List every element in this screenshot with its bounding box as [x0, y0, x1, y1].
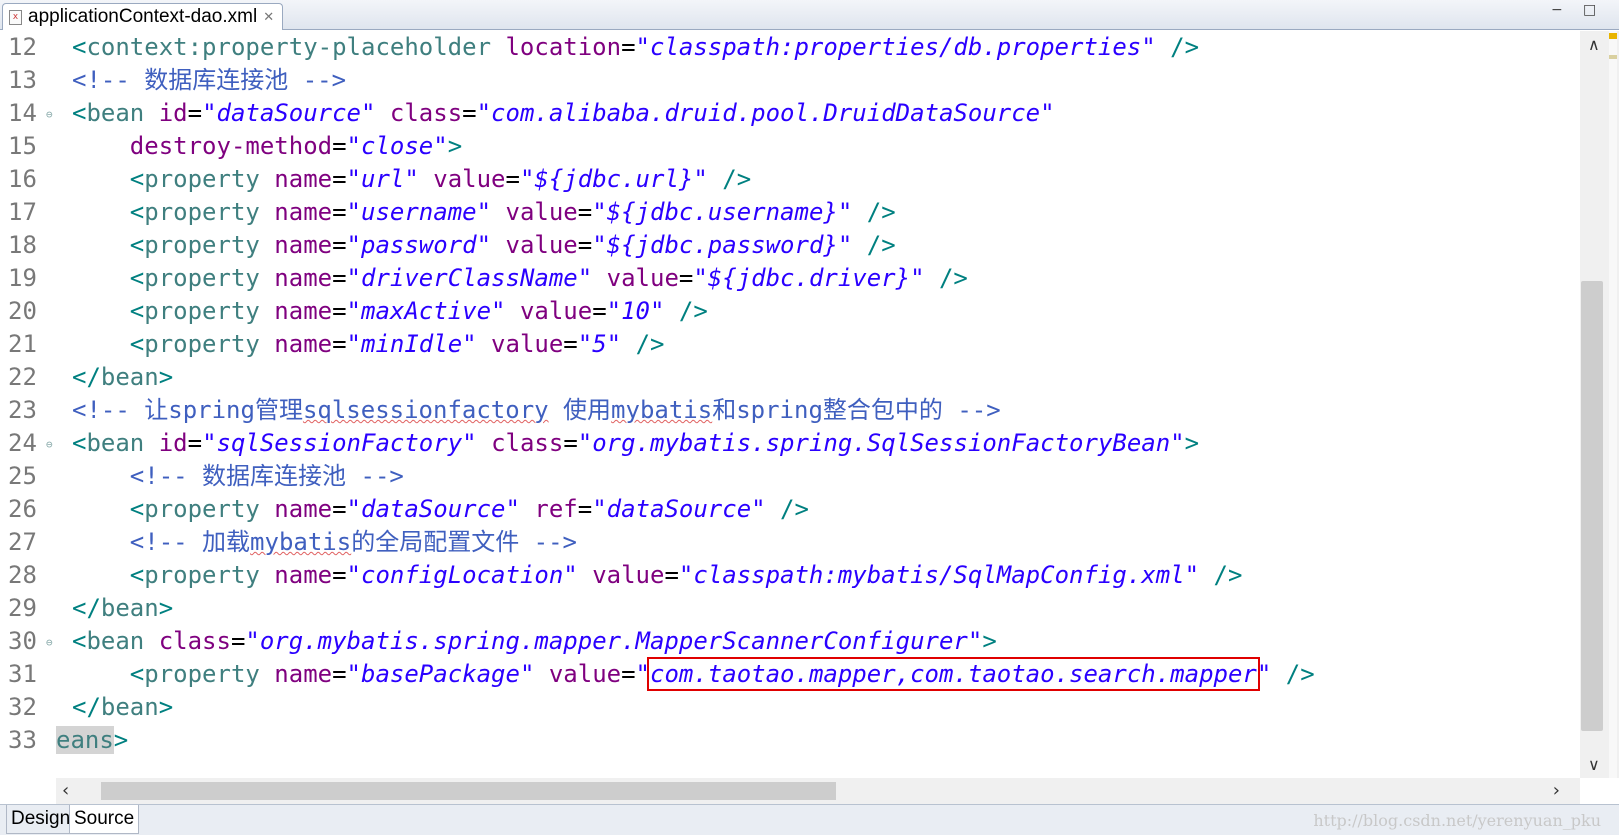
code-line[interactable]: 22 </bean>: [0, 361, 1580, 394]
line-number: 23: [8, 396, 37, 424]
horizontal-scroll-thumb[interactable]: [101, 782, 836, 800]
code-text[interactable]: <property name="driverClassName" value="…: [72, 262, 968, 295]
code-text[interactable]: <!-- 数据库连接池 -->: [72, 64, 346, 97]
code-text[interactable]: <!-- 让spring管理sqlsessionfactory 使用mybati…: [72, 394, 1001, 427]
code-line[interactable]: 26 <property name="dataSource" ref="data…: [0, 493, 1580, 526]
scroll-right-icon[interactable]: ›: [1553, 780, 1560, 801]
line-number: 25: [8, 462, 37, 490]
tab-source[interactable]: Source: [69, 805, 140, 834]
code-text[interactable]: </bean>: [72, 691, 173, 724]
line-number: 31: [8, 660, 37, 688]
fold-toggle-icon[interactable]: ⊖: [46, 626, 53, 659]
line-number: 19: [8, 264, 37, 292]
tab-applicationcontext-dao[interactable]: x applicationContext-dao.xml ✕: [2, 3, 284, 30]
scroll-down-icon[interactable]: ∨: [1588, 755, 1600, 774]
editor-mode-tabs: Design Source http://blog.csdn.net/yeren…: [0, 804, 1619, 835]
code-line[interactable]: 12 <context:property-placeholder location…: [0, 31, 1580, 64]
tab-label: applicationContext-dao.xml: [28, 6, 258, 27]
code-line[interactable]: 28 <property name="configLocation" value…: [0, 559, 1580, 592]
code-text[interactable]: <property name="minIdle" value="5" />: [72, 328, 665, 361]
code-text[interactable]: <!-- 加载mybatis的全局配置文件 -->: [72, 526, 577, 559]
line-number: 21: [8, 330, 37, 358]
line-number: 30: [8, 627, 37, 655]
code-line[interactable]: 30 ⊖ <bean class="org.mybatis.spring.mappe…: [0, 625, 1580, 658]
code-text[interactable]: destroy-method="close">: [72, 130, 462, 163]
code-text[interactable]: <bean id="dataSource" class="com.alibaba…: [72, 97, 1055, 130]
code-line[interactable]: 29 </bean>: [0, 592, 1580, 625]
line-number: 12: [8, 33, 37, 61]
line-number: 17: [8, 198, 37, 226]
code-line[interactable]: 18 <property name="password" value="${jd…: [0, 229, 1580, 262]
vertical-scroll-thumb[interactable]: [1581, 281, 1603, 731]
scroll-left-icon[interactable]: ‹: [62, 780, 69, 801]
code-text[interactable]: <context:property-placeholder location="…: [72, 31, 1199, 64]
code-line[interactable]: 16 <property name="url" value="${jdbc.ur…: [0, 163, 1580, 196]
code-text[interactable]: <property name="basePackage" value="com.…: [72, 657, 1315, 691]
code-line[interactable]: 14 ⊖ <bean id="dataSource" class="com.alib…: [0, 97, 1580, 130]
code-text[interactable]: <bean class="org.mybatis.spring.mapper.M…: [72, 625, 997, 658]
line-number: 24: [8, 429, 37, 457]
code-text[interactable]: <property name="password" value="${jdbc.…: [72, 229, 896, 262]
code-line[interactable]: 15 destroy-method="close">: [0, 130, 1580, 163]
code-text[interactable]: <property name="maxActive" value="10" />: [72, 295, 708, 328]
minimize-icon[interactable]: −: [1551, 2, 1563, 18]
fold-toggle-icon[interactable]: ⊖: [46, 98, 53, 131]
xml-file-icon: x: [9, 9, 22, 25]
code-line[interactable]: 17 <property name="username" value="${jd…: [0, 196, 1580, 229]
line-number: 13: [8, 66, 37, 94]
code-text[interactable]: </bean>: [72, 592, 173, 625]
code-line[interactable]: 32 </bean>: [0, 691, 1580, 724]
code-line[interactable]: 24 ⊖ <bean id="sqlSessionFactory" class="o…: [0, 427, 1580, 460]
line-number: 14: [8, 99, 37, 127]
code-line[interactable]: 31 <property name="basePackage" value="c…: [0, 657, 1580, 691]
code-text[interactable]: <property name="dataSource" ref="dataSou…: [72, 493, 809, 526]
source-editor[interactable]: 12 <context:property-placeholder location…: [0, 31, 1580, 778]
scroll-up-icon[interactable]: ∧: [1588, 35, 1600, 54]
annotation-marker[interactable]: [1609, 55, 1617, 59]
code-line[interactable]: 13 <!-- 数据库连接池 -->: [0, 64, 1580, 97]
warning-marker[interactable]: [1609, 33, 1617, 39]
line-number: 29: [8, 594, 37, 622]
line-number: 15: [8, 132, 37, 160]
watermark: http://blog.csdn.net/yerenyuan_pku: [1313, 811, 1601, 830]
close-icon[interactable]: ✕: [263, 10, 274, 25]
maximize-icon[interactable]: □: [1583, 2, 1596, 18]
tab-design[interactable]: Design: [6, 805, 76, 834]
line-number: 18: [8, 231, 37, 259]
code-text[interactable]: </bean>: [72, 361, 173, 394]
line-number: 20: [8, 297, 37, 325]
code-text[interactable]: <property name="username" value="${jdbc.…: [72, 196, 896, 229]
code-text[interactable]: <property name="url" value="${jdbc.url}"…: [72, 163, 751, 196]
fold-toggle-icon[interactable]: ⊖: [46, 428, 53, 461]
code-text[interactable]: eans>: [56, 724, 128, 757]
editor-tab-bar: x applicationContext-dao.xml ✕ − □: [0, 0, 1619, 30]
line-number: 32: [8, 693, 37, 721]
code-line[interactable]: 25 <!-- 数据库连接池 -->: [0, 460, 1580, 493]
line-number: 33: [8, 726, 37, 754]
code-line[interactable]: 20 <property name="maxActive" value="10"…: [0, 295, 1580, 328]
code-text[interactable]: <!-- 数据库连接池 -->: [72, 460, 404, 493]
vertical-scrollbar[interactable]: ∧ ∨: [1580, 31, 1619, 778]
line-number: 26: [8, 495, 37, 523]
code-text[interactable]: <bean id="sqlSessionFactory" class="org.…: [72, 427, 1199, 460]
code-line[interactable]: 33 eans>: [0, 724, 1580, 757]
code-text[interactable]: <property name="configLocation" value="c…: [72, 559, 1243, 592]
line-number: 27: [8, 528, 37, 556]
code-line[interactable]: 23 <!-- 让spring管理sqlsessionfactory 使用myba…: [0, 394, 1580, 427]
horizontal-scrollbar[interactable]: ‹ ›: [56, 778, 1580, 804]
code-line[interactable]: 21 <property name="minIdle" value="5" />: [0, 328, 1580, 361]
line-number: 16: [8, 165, 37, 193]
overview-ruler: [1609, 31, 1617, 778]
code-line[interactable]: 27 <!-- 加载mybatis的全局配置文件 -->: [0, 526, 1580, 559]
code-line[interactable]: 19 <property name="driverClassName" valu…: [0, 262, 1580, 295]
line-number: 28: [8, 561, 37, 589]
line-number: 22: [8, 363, 37, 391]
